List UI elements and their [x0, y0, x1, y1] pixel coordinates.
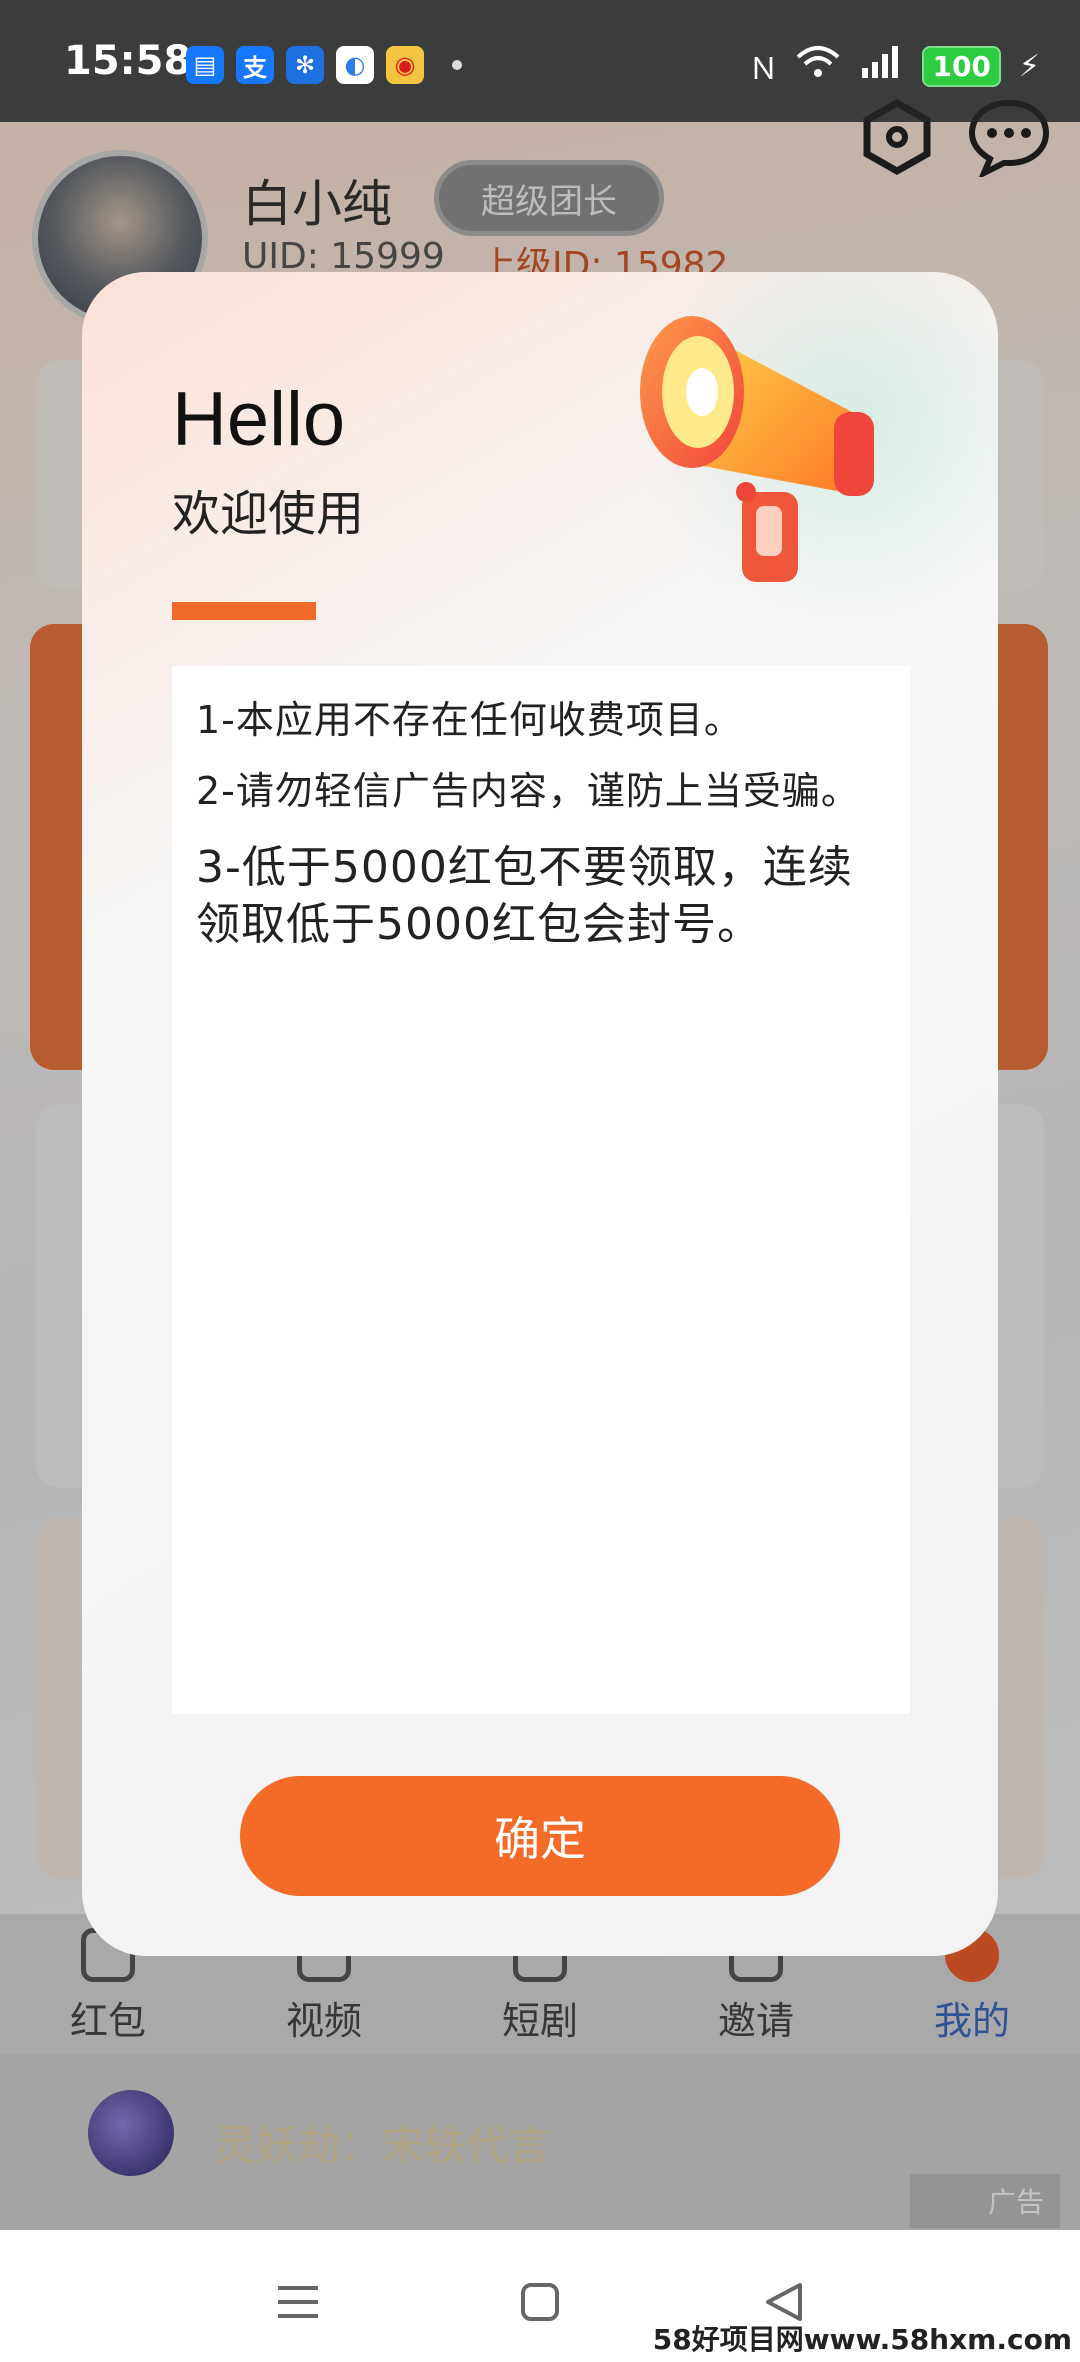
confirm-button[interactable]: 确定 [240, 1776, 840, 1896]
signal-icon [858, 44, 904, 88]
notice-line: 3-低于5000红包不要领取，连续领取低于5000红包会封号。 [196, 841, 853, 950]
megaphone-icon [640, 316, 874, 582]
more-notifications-dot [452, 60, 462, 70]
message-app-icon: ▤ [186, 46, 224, 84]
system-navbar: 58好项目网www.58hxm.com [0, 2230, 1080, 2362]
welcome-dialog: Hello 欢迎使用 1-本应用不存在任何收费项目。 2-请勿轻信广告内容，谨防… [82, 272, 998, 1956]
accent-bar [172, 602, 316, 620]
charging-icon: ⚡ [1018, 48, 1040, 84]
dialog-welcome: 欢迎使用 [172, 486, 365, 542]
notice-line: 1-本应用不存在任何收费项目。 [196, 698, 743, 742]
status-right: Ｎ 100 ⚡ [748, 44, 1040, 88]
wifi-icon [796, 45, 840, 87]
status-time: 15:58 [64, 38, 192, 84]
home-icon[interactable] [510, 2272, 570, 2332]
browser-app-icon: ◐ [336, 46, 374, 84]
battery-indicator: 100 [922, 45, 1001, 87]
alipay-icon: 支 [236, 46, 274, 84]
nfc-icon: Ｎ [748, 52, 779, 87]
notification-icons: ▤ 支 ✻ ◐ ◉ [186, 46, 462, 84]
dialog-hello: Hello [172, 377, 346, 462]
notice-box: 1-本应用不存在任何收费项目。 2-请勿轻信广告内容，谨防上当受骗。 3-低于5… [172, 666, 910, 1714]
notice-line: 2-请勿轻信广告内容，谨防上当受骗。 [196, 769, 860, 814]
watermark: 58好项目网www.58hxm.com [652, 2323, 1072, 2356]
weibo-icon: ◉ [386, 46, 424, 84]
fan-app-icon: ✻ [286, 46, 324, 84]
menu-icon[interactable] [268, 2272, 328, 2332]
